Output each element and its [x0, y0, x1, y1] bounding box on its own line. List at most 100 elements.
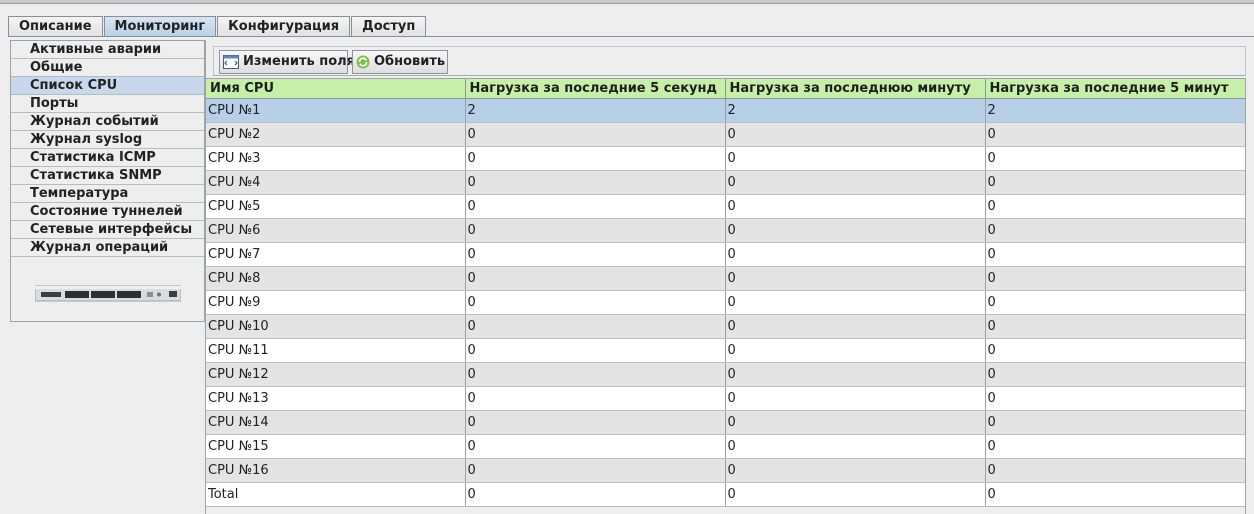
cell-load-1m: 0	[725, 410, 986, 435]
tab-configuration[interactable]: Конфигурация	[217, 16, 351, 36]
cell-load-1m: 0	[725, 218, 986, 243]
cell-cpu-name: CPU №12	[206, 362, 466, 387]
table-row[interactable]: CPU №16 0 0 0	[206, 458, 1246, 483]
cell-load-5s: 0	[465, 122, 726, 147]
cell-load-1m: 0	[725, 386, 986, 411]
cell-cpu-name: CPU №14	[206, 410, 466, 435]
cell-load-5m: 0	[985, 410, 1246, 435]
table-row[interactable]: Total 0 0 0	[206, 482, 1246, 507]
cell-load-5s: 0	[465, 146, 726, 171]
sidebar-item-event-log[interactable]: Журнал событий	[11, 113, 204, 131]
table-row[interactable]: CPU №6 0 0 0	[206, 218, 1246, 243]
table-right-gutter	[1245, 78, 1254, 514]
cell-load-5m: 0	[985, 266, 1246, 291]
sidebar-item-syslog[interactable]: Журнал syslog	[11, 131, 204, 149]
sidebar-item-operations-log[interactable]: Журнал операций	[11, 239, 204, 257]
cell-load-5s: 0	[465, 266, 726, 291]
cell-cpu-name: CPU №8	[206, 266, 466, 291]
tab-monitoring[interactable]: Мониторинг	[103, 16, 217, 36]
cell-load-5s: 0	[465, 194, 726, 219]
table-row[interactable]: CPU №14 0 0 0	[206, 410, 1246, 435]
table-row[interactable]: CPU №3 0 0 0	[206, 146, 1246, 171]
cell-load-5s: 0	[465, 410, 726, 435]
cell-cpu-name: CPU №10	[206, 314, 466, 339]
cell-load-5s: 0	[465, 386, 726, 411]
table-header-row: Имя CPU Нагрузка за последние 5 секунд Н…	[206, 79, 1246, 99]
cell-load-5m: 0	[985, 218, 1246, 243]
table-row[interactable]: CPU №1 2 2 2	[206, 98, 1246, 123]
cell-load-1m: 0	[725, 362, 986, 387]
edit-fields-button[interactable]: Изменить поля	[219, 50, 355, 74]
column-header-load-5m[interactable]: Нагрузка за последние 5 минут	[985, 79, 1246, 99]
cell-load-5s: 0	[465, 314, 726, 339]
table-row[interactable]: CPU №8 0 0 0	[206, 266, 1246, 291]
cell-load-5m: 0	[985, 458, 1246, 483]
cell-load-5m: 0	[985, 170, 1246, 195]
cell-load-5m: 0	[985, 122, 1246, 147]
sidebar-item-icmp-stats[interactable]: Статистика ICMP	[11, 149, 204, 167]
cell-load-5m: 0	[985, 290, 1246, 315]
cell-load-5s: 0	[465, 170, 726, 195]
sidebar-item-tunnel-state[interactable]: Состояние туннелей	[11, 203, 204, 221]
cell-load-1m: 2	[725, 98, 986, 123]
cell-cpu-name: CPU №2	[206, 122, 466, 147]
column-header-load-1m[interactable]: Нагрузка за последнюю минуту	[725, 79, 986, 99]
edit-fields-icon	[223, 54, 239, 69]
sidebar-item-active-alarms[interactable]: Активные аварии	[11, 41, 204, 59]
cell-load-5m: 0	[985, 242, 1246, 267]
cell-load-5s: 0	[465, 362, 726, 387]
table-row[interactable]: CPU №2 0 0 0	[206, 122, 1246, 147]
sidebar-item-network-interfaces[interactable]: Сетевые интерфейсы	[11, 221, 204, 239]
cell-cpu-name: CPU №9	[206, 290, 466, 315]
table-row[interactable]: CPU №5 0 0 0	[206, 194, 1246, 219]
cell-load-1m: 0	[725, 458, 986, 483]
cell-cpu-name: CPU №11	[206, 338, 466, 363]
sidebar-menu: Активные аварии Общие Список CPU Порты Ж…	[10, 40, 205, 322]
column-header-cpu-name[interactable]: Имя CPU	[206, 79, 466, 99]
tabs-divider	[8, 36, 1254, 37]
cell-load-5m: 2	[985, 98, 1246, 123]
sidebar-item-snmp-stats[interactable]: Статистика SNMP	[11, 167, 204, 185]
main-panel: Изменить поля Обновить Имя CPU Нагрузка …	[205, 40, 1254, 514]
cell-cpu-name: CPU №16	[206, 458, 466, 483]
cell-cpu-name: CPU №1	[206, 98, 466, 123]
sidebar-item-temperature[interactable]: Температура	[11, 185, 204, 203]
cell-load-5s: 0	[465, 242, 726, 267]
column-header-load-5s[interactable]: Нагрузка за последние 5 секунд	[465, 79, 726, 99]
cell-load-1m: 0	[725, 170, 986, 195]
table-row[interactable]: CPU №11 0 0 0	[206, 338, 1246, 363]
sidebar-item-ports[interactable]: Порты	[11, 95, 204, 113]
table-row[interactable]: CPU №4 0 0 0	[206, 170, 1246, 195]
cell-load-5m: 0	[985, 194, 1246, 219]
tab-access[interactable]: Доступ	[351, 16, 427, 36]
table-row[interactable]: CPU №10 0 0 0	[206, 314, 1246, 339]
cell-load-5s: 0	[465, 434, 726, 459]
edit-fields-label: Изменить поля	[243, 54, 356, 69]
cell-cpu-name: CPU №6	[206, 218, 466, 243]
cell-cpu-name: CPU №5	[206, 194, 466, 219]
table-row[interactable]: CPU №13 0 0 0	[206, 386, 1246, 411]
cell-load-5s: 0	[465, 482, 726, 507]
cell-load-5s: 0	[465, 338, 726, 363]
cell-load-1m: 0	[725, 338, 986, 363]
cell-load-5s: 0	[465, 218, 726, 243]
cell-cpu-name: Total	[206, 482, 466, 507]
cell-cpu-name: CPU №4	[206, 170, 466, 195]
table-row[interactable]: CPU №7 0 0 0	[206, 242, 1246, 267]
table-row[interactable]: CPU №12 0 0 0	[206, 362, 1246, 387]
cell-load-1m: 0	[725, 194, 986, 219]
main-tabs: Описание Мониторинг Конфигурация Доступ	[8, 16, 427, 36]
cell-load-5s: 2	[465, 98, 726, 123]
sidebar-item-cpu-list[interactable]: Список CPU	[11, 77, 204, 95]
cell-load-5m: 0	[985, 338, 1246, 363]
table-row[interactable]: CPU №15 0 0 0	[206, 434, 1246, 459]
cell-cpu-name: CPU №7	[206, 242, 466, 267]
sidebar-item-general[interactable]: Общие	[11, 59, 204, 77]
cell-load-1m: 0	[725, 314, 986, 339]
cell-load-1m: 0	[725, 290, 986, 315]
cell-load-5s: 0	[465, 458, 726, 483]
tab-description[interactable]: Описание	[8, 16, 103, 36]
table-row[interactable]: CPU №9 0 0 0	[206, 290, 1246, 315]
cell-load-1m: 0	[725, 266, 986, 291]
refresh-button[interactable]: Обновить	[352, 50, 448, 74]
